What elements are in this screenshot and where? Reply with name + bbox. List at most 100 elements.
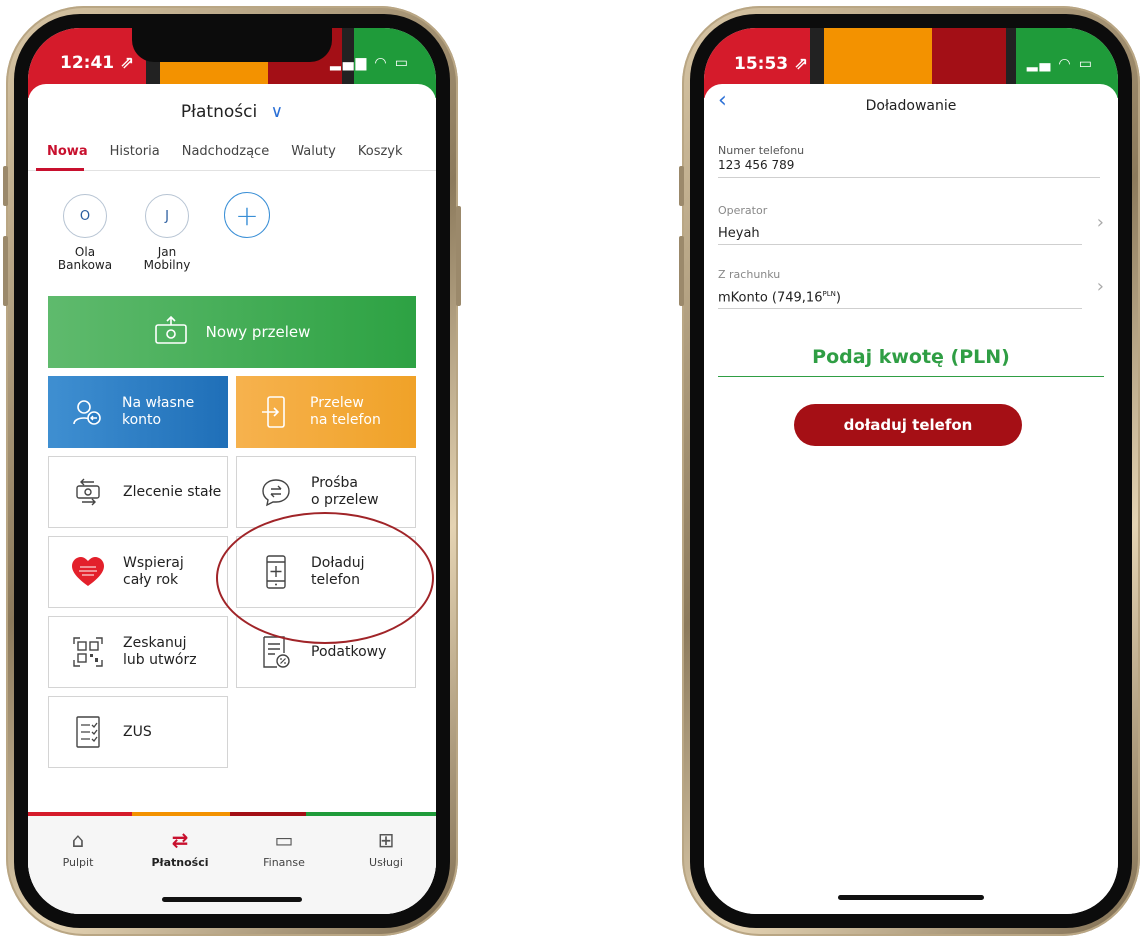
tab-pulpit-label: Pulpit (62, 856, 94, 869)
own-account-icon (70, 395, 104, 429)
highlight-circle (216, 512, 434, 644)
side-button (456, 206, 461, 306)
status-time: 15:53 ⇗ (734, 54, 809, 74)
tab-historia[interactable]: Historia (99, 144, 171, 159)
own-account-button[interactable]: Na własne konto (48, 376, 228, 448)
support-label-1: Wspieraj (123, 555, 184, 571)
divider (718, 244, 1082, 245)
side-button (3, 236, 8, 306)
transfer-request-label-2: o przelew (311, 492, 379, 508)
topup-sheet: ‹ Doładowanie Numer telefonu 123 456 789… (704, 84, 1118, 914)
amount-input[interactable]: Podaj kwotę (PLN) (718, 346, 1104, 368)
new-transfer-button[interactable]: Nowy przelew (48, 296, 416, 368)
home-icon: ⌂ (71, 828, 85, 852)
operator-label: Operator (718, 204, 768, 217)
operator-select[interactable]: Heyah (718, 226, 760, 241)
payments-sheet: Płatności ∨ Nowa Historia Nadchodzące Wa… (28, 84, 436, 914)
grid-icon: ⊞ (377, 828, 395, 852)
avatar: J (145, 194, 189, 238)
status-time: 12:41 ⇗ (60, 53, 135, 73)
tab-bar-color-stripe (28, 812, 436, 816)
zus-button[interactable]: ZUS (48, 696, 228, 768)
phone-transfer-button[interactable]: Przelew na telefon (236, 376, 416, 448)
tab-uslugi[interactable]: ⊞ Usługi (346, 828, 426, 869)
avatar: O (63, 194, 107, 238)
tab-platnosci-label: Płatności (151, 856, 209, 869)
scan-qr-button[interactable]: Zeskanuj lub utwórz (48, 616, 228, 688)
contact-ola[interactable]: O Ola Bankowa (50, 194, 120, 272)
chevron-right-icon[interactable]: › (1097, 276, 1104, 297)
contact-surname: Bankowa (57, 258, 113, 272)
tab-nadchodzace[interactable]: Nadchodzące (171, 144, 280, 159)
account-value: mKonto (749,16 (718, 290, 823, 306)
bottom-tab-bar: ⌂ Pulpit ⇄ Płatności ▭ Finanse ⊞ Usługi (28, 812, 436, 914)
phone-transfer-label-2: na telefon (310, 412, 381, 428)
top-up-button[interactable]: doładuj telefon (794, 404, 1022, 446)
tab-platnosci[interactable]: ⇄ Płatności (140, 828, 220, 869)
tabs: Nowa Historia Nadchodzące Waluty Koszyk (36, 144, 436, 159)
home-indicator (162, 897, 302, 902)
recurring-money-icon (71, 475, 105, 509)
qr-code-icon (71, 635, 105, 669)
transfer-icon: ⇄ (171, 828, 189, 852)
notch (132, 28, 332, 62)
heart-logo-icon (71, 555, 105, 589)
add-contact-button[interactable]: + (224, 192, 270, 238)
page-title[interactable]: Płatności ∨ (28, 102, 436, 122)
tab-koszyk[interactable]: Koszyk (347, 144, 414, 159)
checklist-icon (71, 715, 105, 749)
own-account-label-1: Na własne (122, 395, 195, 411)
page-title-text: Płatności (180, 102, 258, 122)
transfer-request-label-1: Prośba (311, 475, 358, 491)
left-screen: 12:41 ⇗ ▂▄▆ ◠ ▭ Płatności ∨ Nowa Histori… (28, 28, 436, 914)
chevron-down-icon: ∨ (270, 102, 284, 122)
status-icons: ▂▄ ◠ ▭ (1026, 56, 1094, 72)
account-label: Z rachunku (718, 268, 781, 281)
account-currency: PLN (822, 290, 836, 298)
chevron-right-icon[interactable]: › (1097, 212, 1104, 233)
side-button (3, 166, 8, 206)
phone-number-field[interactable]: 123 456 789 (718, 158, 794, 172)
scan-label-1: Zeskanuj (123, 635, 187, 651)
phone-transfer-label-1: Przelew (310, 395, 364, 411)
support-charity-button[interactable]: Wspieraj cały rok (48, 536, 228, 608)
phone-transfer-icon (258, 395, 292, 429)
zus-label: ZUS (123, 724, 152, 740)
divider (718, 308, 1082, 309)
page-title: Doładowanie (865, 98, 957, 114)
side-button (679, 166, 684, 206)
divider (718, 177, 1100, 178)
side-button (679, 236, 684, 306)
phone-bezel: 12:41 ⇗ ▂▄▆ ◠ ▭ Płatności ∨ Nowa Histori… (14, 14, 450, 928)
tab-finanse-label: Finanse (263, 856, 305, 869)
wallet-icon: ▭ (274, 828, 294, 852)
contact-jan[interactable]: J Jan Mobilny (132, 194, 202, 272)
tab-waluty[interactable]: Waluty (280, 144, 347, 159)
tab-active-indicator (36, 168, 84, 171)
tab-uslugi-label: Usługi (369, 856, 403, 869)
account-select[interactable]: mKonto (749,16PLN) (718, 290, 841, 305)
contact-surname: Mobilny (143, 258, 191, 272)
chat-transfer-icon (259, 475, 293, 509)
banknote-icon (154, 315, 188, 349)
support-label-2: cały rok (123, 572, 179, 588)
phone-bezel: 15:53 ⇗ ▂▄ ◠ ▭ ‹ Doładowanie Numer telef… (690, 14, 1132, 928)
tab-pulpit[interactable]: ⌂ Pulpit (38, 828, 118, 869)
status-icons: ▂▄▆ ◠ ▭ (329, 55, 410, 71)
standing-order-button[interactable]: Zlecenie stałe (48, 456, 228, 528)
tab-nowa[interactable]: Nowa (36, 144, 99, 159)
tab-finanse[interactable]: ▭ Finanse (244, 828, 324, 869)
right-phone-frame: 15:53 ⇗ ▂▄ ◠ ▭ ‹ Doładowanie Numer telef… (679, 6, 1140, 936)
amount-underline (718, 376, 1104, 377)
new-transfer-label: Nowy przelew (205, 323, 311, 341)
tab-underline (28, 170, 436, 171)
standing-order-label: Zlecenie stałe (123, 484, 222, 500)
own-account-label-2: konto (122, 412, 162, 428)
left-phone-frame: 12:41 ⇗ ▂▄▆ ◠ ▭ Płatności ∨ Nowa Histori… (3, 6, 461, 936)
account-close: ) (835, 290, 841, 306)
tax-label: Podatkowy (311, 644, 387, 660)
phone-number-label: Numer telefonu (718, 144, 805, 157)
right-screen: 15:53 ⇗ ▂▄ ◠ ▭ ‹ Doładowanie Numer telef… (704, 28, 1118, 914)
home-indicator (838, 895, 984, 900)
scan-label-2: lub utwórz (123, 652, 197, 668)
